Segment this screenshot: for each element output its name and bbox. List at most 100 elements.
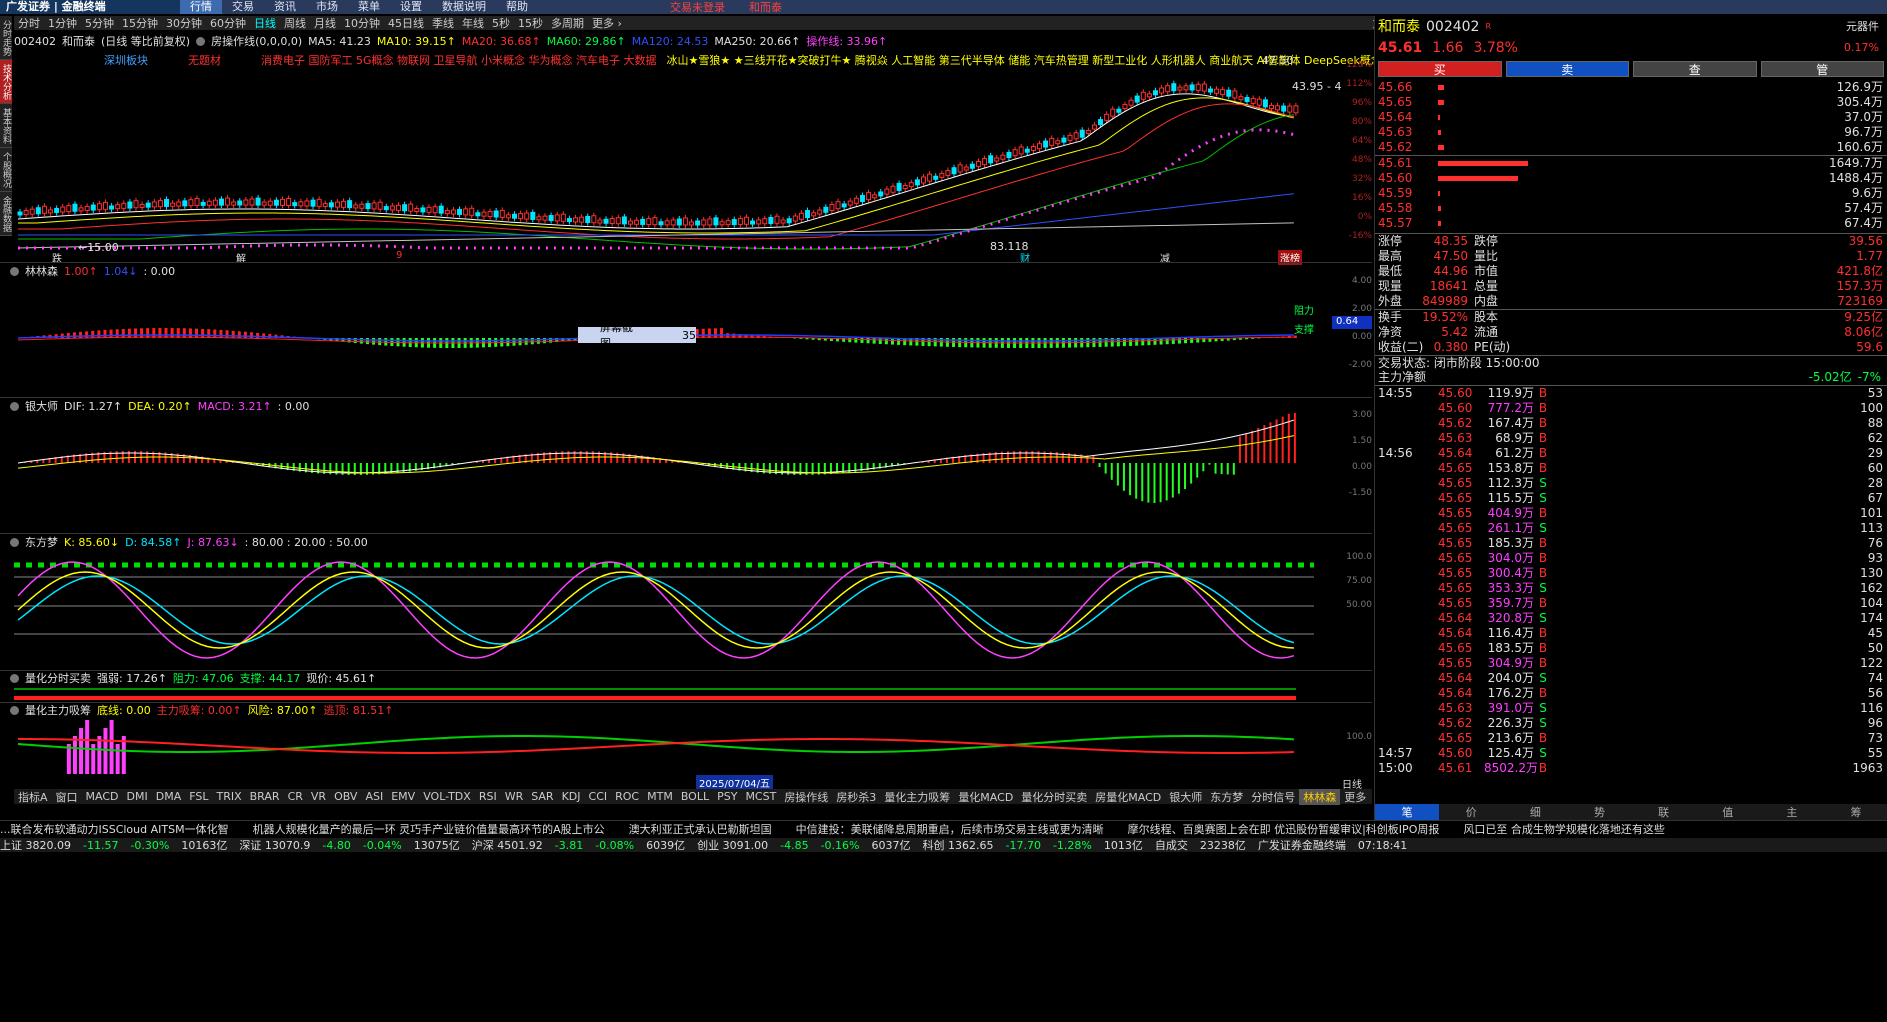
- indicator-tab-30[interactable]: 银大师: [1165, 789, 1206, 805]
- indicator-toggle-icon[interactable]: [10, 401, 19, 411]
- indicator-tab-31[interactable]: 东方梦: [1206, 789, 1247, 805]
- trade-button-1[interactable]: 卖: [1505, 61, 1629, 77]
- period-8[interactable]: 月线: [310, 15, 340, 31]
- period-7[interactable]: 周线: [280, 15, 310, 31]
- kdj-chart[interactable]: [14, 550, 1344, 668]
- indicator-toggle-icon[interactable]: [10, 705, 19, 715]
- left-tab-3[interactable]: 个股概况: [0, 148, 12, 192]
- period-4[interactable]: 30分钟: [162, 15, 206, 31]
- tick-list[interactable]: 14:55 45.60 119.9万 B 53 45.60 777.2万 B 100 45.62 1…: [1375, 385, 1887, 776]
- quote-tab-3[interactable]: 势: [1567, 804, 1631, 820]
- period-15[interactable]: 多周期: [547, 15, 588, 31]
- macd-chart[interactable]: [14, 413, 1344, 531]
- indicator-toggle-icon[interactable]: [196, 36, 206, 46]
- trade-button-3[interactable]: 管: [1760, 61, 1884, 77]
- indicator-tab-20[interactable]: MTM: [643, 790, 677, 803]
- indicator-tab-19[interactable]: ROC: [611, 790, 643, 803]
- indicator-tab-4[interactable]: DMA: [152, 790, 186, 803]
- period-5[interactable]: 60分钟: [206, 15, 250, 31]
- indicator-tab-22[interactable]: PSY: [713, 790, 741, 803]
- period-1[interactable]: 1分钟: [44, 15, 81, 31]
- news-item[interactable]: 机器人规模化量产的最后一环 灵巧手产业链价值量最高环节的A股上市公: [253, 821, 605, 836]
- trade-button-2[interactable]: 查: [1633, 61, 1757, 77]
- period-3[interactable]: 15分钟: [118, 15, 162, 31]
- indicator-tab-8[interactable]: CR: [284, 790, 307, 803]
- menu-item-5[interactable]: 设置: [390, 0, 432, 14]
- news-item[interactable]: 澳大利亚正式承认巴勒斯坦国: [629, 821, 772, 836]
- screenshot-tooltip[interactable]: 屏幕截图 35: [578, 321, 696, 350]
- indicator-tab-1[interactable]: 窗口: [52, 789, 82, 805]
- quote-tab-5[interactable]: 值: [1696, 804, 1760, 820]
- indicator-tab-3[interactable]: DMI: [123, 790, 152, 803]
- left-tab-1[interactable]: 技术分析: [0, 60, 12, 104]
- indicator-tab-2[interactable]: MACD: [82, 790, 123, 803]
- menu-item-2[interactable]: 资讯: [264, 0, 306, 14]
- quote-tab-6[interactable]: 主: [1760, 804, 1824, 820]
- left-tab-0[interactable]: 分时走势: [0, 16, 12, 60]
- quant-chart[interactable]: [14, 686, 1344, 702]
- indicator-tab-5[interactable]: FSL: [185, 790, 212, 803]
- news-item[interactable]: 中信建投：美联储降息周期重启，后续市场交易主线或更为清晰: [796, 821, 1104, 836]
- indicator-tab-6[interactable]: TRIX: [212, 790, 245, 803]
- menu-item-6[interactable]: 数据说明: [432, 0, 496, 14]
- period-2[interactable]: 5分钟: [81, 15, 118, 31]
- period-11[interactable]: 季线: [428, 15, 458, 31]
- quote-tab-1[interactable]: 价: [1439, 804, 1503, 820]
- indicator-tab-21[interactable]: BOLL: [677, 790, 713, 803]
- indicator-tab-25[interactable]: 房秒杀3: [832, 789, 880, 805]
- left-tab-4[interactable]: 金融数据: [0, 192, 12, 236]
- indicator-tab-13[interactable]: VOL-TDX: [419, 790, 475, 803]
- indicator-toggle-icon[interactable]: [10, 266, 19, 276]
- indicator-tab-23[interactable]: MCST: [741, 790, 780, 803]
- indicator-tab-26[interactable]: 量化主力吸筹: [880, 789, 954, 805]
- sector-label[interactable]: 元器件: [1846, 16, 1879, 38]
- indicator-tab-16[interactable]: SAR: [527, 790, 557, 803]
- menu-item-7[interactable]: 帮助: [496, 0, 538, 14]
- news-item[interactable]: 摩尔线程、百奥赛图上会在即 优迅股份暂缓审议|科创板IPO周报: [1128, 821, 1440, 836]
- indicator-tab-29[interactable]: 房量化MACD: [1091, 789, 1165, 805]
- period-0[interactable]: 分时: [14, 15, 44, 31]
- quote-tab-0[interactable]: 笔: [1375, 804, 1440, 820]
- indicator-toggle-icon[interactable]: [10, 537, 19, 547]
- menu-item-1[interactable]: 交易: [222, 0, 264, 14]
- menu-item-3[interactable]: 市场: [306, 0, 348, 14]
- kline-chart[interactable]: [14, 60, 1344, 262]
- indicator-tab-33[interactable]: 林林森: [1299, 788, 1341, 805]
- mainforce-chart[interactable]: [14, 716, 1344, 774]
- quote-tab-2[interactable]: 细: [1503, 804, 1567, 820]
- quote-tab-7[interactable]: 筹: [1824, 804, 1887, 820]
- indicator-tab-28[interactable]: 量化分时买卖: [1017, 789, 1091, 805]
- news-item[interactable]: 风口已至 合成生物学规模化落地还有这些: [1463, 821, 1665, 836]
- menu-item-4[interactable]: 菜单: [348, 0, 390, 14]
- indicator-tab-32[interactable]: 分时信号: [1247, 789, 1299, 805]
- period-12[interactable]: 年线: [458, 15, 488, 31]
- indicator-tab-14[interactable]: RSI: [475, 790, 501, 803]
- indicator-tab-27[interactable]: 量化MACD: [954, 789, 1017, 805]
- period-9[interactable]: 10分钟: [340, 15, 384, 31]
- trade-button-0[interactable]: 买: [1378, 61, 1502, 77]
- indicator-tab-18[interactable]: CCI: [585, 790, 612, 803]
- left-tab-2[interactable]: 基本资料: [0, 104, 12, 148]
- quote-tab-4[interactable]: 联: [1632, 804, 1696, 820]
- indicator-toggle-icon[interactable]: [10, 673, 19, 683]
- event-marker-3[interactable]: 9: [396, 250, 402, 261]
- news-ticker[interactable]: ...联合发布软通动力ISSCloud AITSM一体化智 机器人规模化量产的最后…: [0, 820, 1887, 836]
- indicator-tab-9[interactable]: VR: [307, 790, 330, 803]
- indicator-tab-10[interactable]: OBV: [330, 790, 361, 803]
- indicator-tab-24[interactable]: 房操作线: [780, 789, 832, 805]
- period-6[interactable]: 日线: [250, 15, 280, 31]
- indicator-tab-12[interactable]: EMV: [387, 790, 419, 803]
- period-16[interactable]: 更多 ›: [588, 15, 626, 31]
- login-status[interactable]: 交易未登录: [658, 0, 737, 15]
- news-item[interactable]: ...联合发布软通动力ISSCloud AITSM一体化智: [0, 821, 229, 836]
- indicator-tab-34[interactable]: 更多: [1340, 789, 1370, 805]
- indicator-tab-17[interactable]: KDJ: [558, 790, 585, 803]
- period-13[interactable]: 5秒: [488, 15, 514, 31]
- period-14[interactable]: 15秒: [514, 15, 547, 31]
- indicator-tab-11[interactable]: ASI: [361, 790, 387, 803]
- indicator-tab-7[interactable]: BRAR: [246, 790, 284, 803]
- indicator-tab-15[interactable]: WR: [501, 790, 528, 803]
- indicator-tab-0[interactable]: 指标A: [14, 789, 52, 805]
- menu-item-0[interactable]: 行情: [180, 0, 222, 14]
- period-10[interactable]: 45日线: [384, 15, 428, 31]
